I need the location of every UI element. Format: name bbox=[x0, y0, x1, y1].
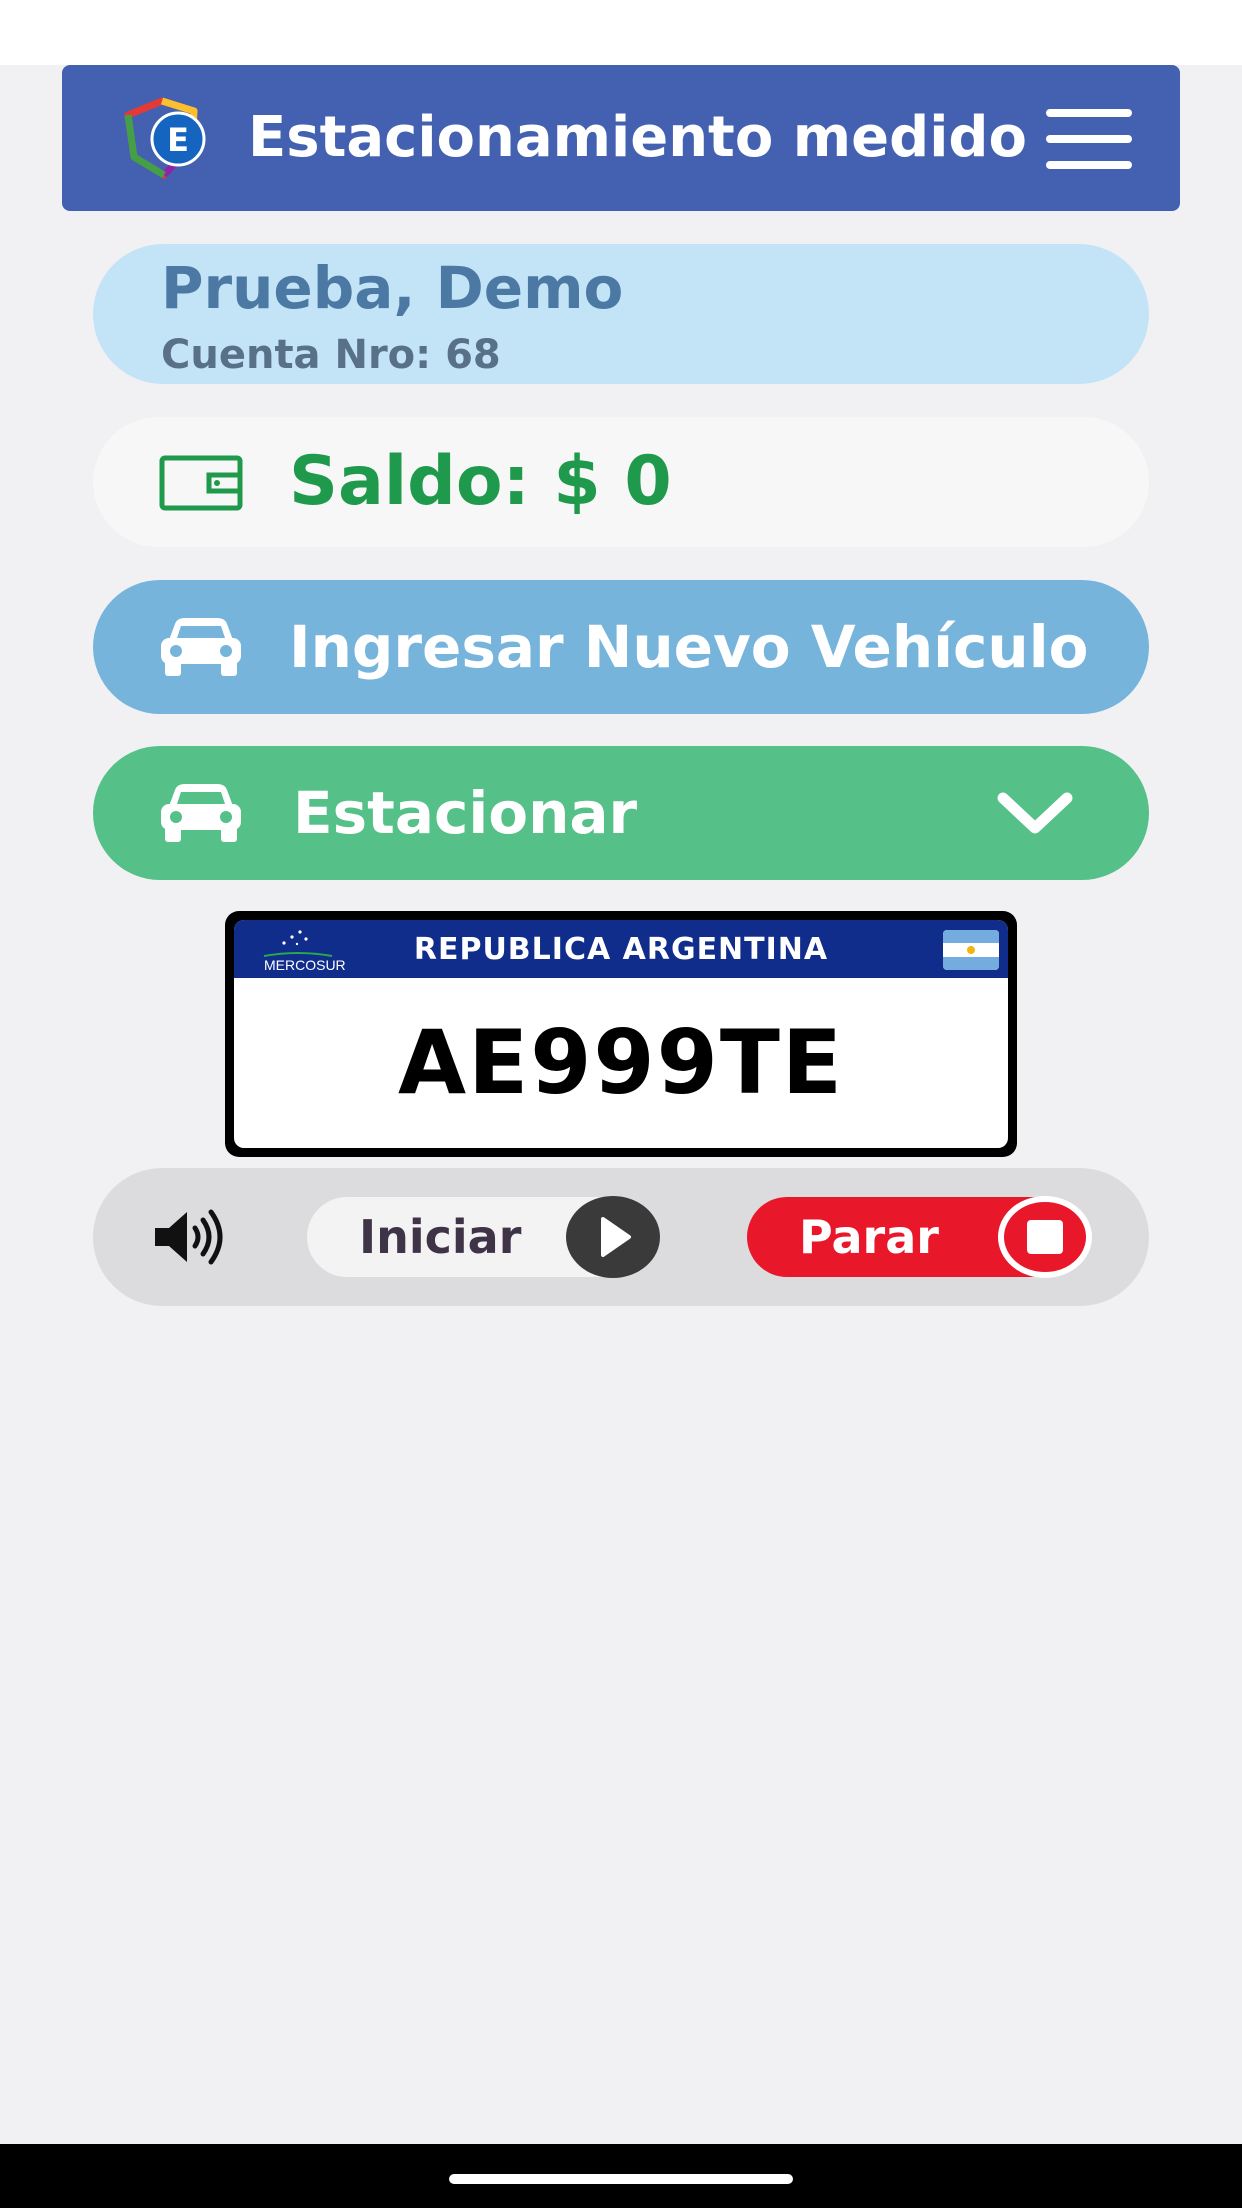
add-vehicle-label: Ingresar Nuevo Vehículo bbox=[289, 613, 1089, 681]
park-label: Estacionar bbox=[293, 779, 638, 847]
status-bar-area bbox=[0, 0, 1242, 65]
add-vehicle-button[interactable]: Ingresar Nuevo Vehículo bbox=[93, 580, 1149, 714]
car-icon bbox=[161, 618, 241, 676]
system-navigation-bar bbox=[0, 2144, 1242, 2208]
logo-letter: E bbox=[167, 121, 189, 159]
play-icon bbox=[566, 1196, 660, 1278]
user-card: Prueba, Demo Cuenta Nro: 68 bbox=[93, 244, 1149, 384]
start-button[interactable]: Iniciar bbox=[307, 1196, 660, 1278]
app-logo-icon: E bbox=[124, 97, 206, 179]
car-icon bbox=[161, 784, 241, 842]
stop-label: Parar bbox=[799, 1210, 939, 1264]
stop-icon bbox=[998, 1196, 1092, 1278]
balance-text: Saldo: $ 0 bbox=[289, 442, 672, 521]
park-button[interactable]: Estacionar bbox=[93, 746, 1149, 880]
app-header: E Estacionamiento medido bbox=[62, 65, 1180, 211]
home-indicator[interactable] bbox=[449, 2174, 793, 2184]
controls-bar: Iniciar Parar bbox=[93, 1168, 1149, 1306]
balance-card: Saldo: $ 0 bbox=[93, 417, 1149, 547]
chevron-down-icon[interactable] bbox=[997, 792, 1073, 836]
hamburger-menu-icon[interactable] bbox=[1046, 109, 1132, 169]
user-name: Prueba, Demo bbox=[161, 254, 624, 322]
start-label: Iniciar bbox=[359, 1210, 522, 1264]
argentina-flag-icon bbox=[943, 930, 999, 970]
wallet-icon bbox=[159, 455, 243, 511]
speaker-icon[interactable] bbox=[153, 1208, 227, 1266]
stop-button[interactable]: Parar bbox=[747, 1196, 1092, 1278]
page-title: Estacionamiento medido bbox=[248, 105, 1027, 170]
plate-number: AE999TE bbox=[397, 1011, 845, 1114]
account-number: Cuenta Nro: 68 bbox=[161, 332, 501, 378]
plate-country: REPUBLICA ARGENTINA bbox=[413, 932, 829, 967]
license-plate: MERCOSUR REPUBLICA ARGENTINA AE999TE bbox=[225, 911, 1017, 1157]
